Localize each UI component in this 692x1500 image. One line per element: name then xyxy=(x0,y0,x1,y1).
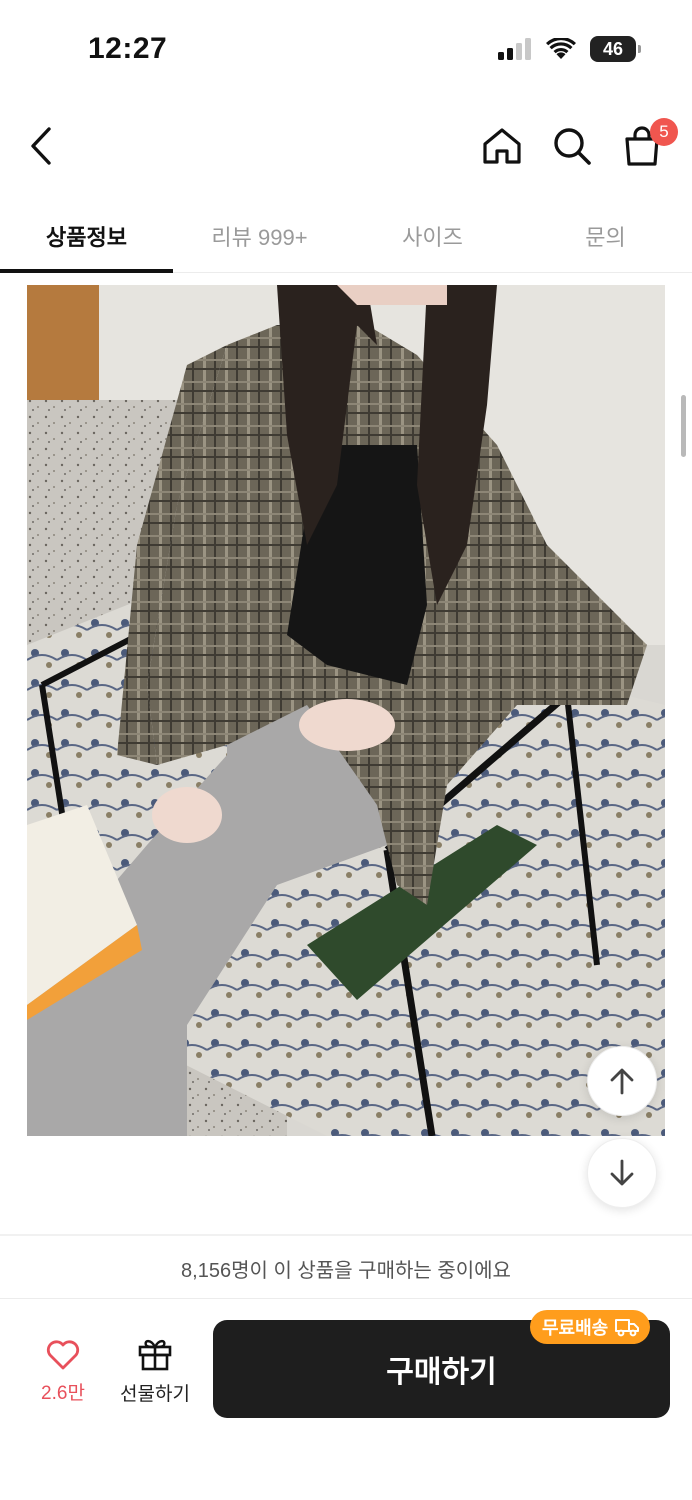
back-button[interactable] xyxy=(14,118,70,174)
wifi-icon xyxy=(546,38,576,59)
free-shipping-label: 무료배송 xyxy=(542,1318,609,1338)
battery-icon: 46 xyxy=(590,36,641,62)
like-count: 2.6만 xyxy=(41,1383,85,1404)
like-button[interactable]: 2.6만 xyxy=(28,1340,98,1405)
battery-level: 46 xyxy=(602,38,624,59)
arrow-up-icon xyxy=(610,1068,634,1095)
gift-icon xyxy=(138,1339,172,1371)
product-tabs: 상품정보 리뷰 999+ 사이즈 문의 xyxy=(0,200,692,273)
tab-inquiry[interactable]: 문의 xyxy=(519,200,692,272)
scrollbar-thumb[interactable] xyxy=(681,395,686,457)
cart-count-badge: 5 xyxy=(650,118,678,146)
home-button[interactable] xyxy=(474,118,530,174)
product-photo-illustration xyxy=(27,285,665,1136)
status-time: 12:27 xyxy=(88,32,168,65)
delivery-truck-icon xyxy=(615,1319,640,1337)
free-shipping-badge: 무료배송 xyxy=(530,1310,651,1344)
search-icon xyxy=(554,128,591,165)
tab-size[interactable]: 사이즈 xyxy=(346,200,519,272)
search-button[interactable] xyxy=(544,118,600,174)
tab-product-info[interactable]: 상품정보 xyxy=(0,200,173,273)
arrow-down-icon xyxy=(610,1159,634,1186)
scroll-bottom-button[interactable] xyxy=(587,1138,657,1208)
gift-label: 선물하기 xyxy=(120,1384,190,1405)
product-image xyxy=(27,285,665,1136)
gift-button[interactable]: 선물하기 xyxy=(112,1337,198,1406)
status-icons: 46 xyxy=(498,36,641,62)
chevron-left-icon xyxy=(31,127,51,165)
purchase-activity-text: 8,156명이 이 상품을 구매하는 중이에요 xyxy=(0,1238,692,1299)
cellular-signal-icon xyxy=(498,38,531,60)
section-divider xyxy=(0,1234,692,1236)
home-icon xyxy=(483,128,521,164)
heart-icon xyxy=(46,1340,80,1370)
tab-reviews[interactable]: 리뷰 999+ xyxy=(173,200,346,272)
scroll-top-button[interactable] xyxy=(587,1046,657,1116)
